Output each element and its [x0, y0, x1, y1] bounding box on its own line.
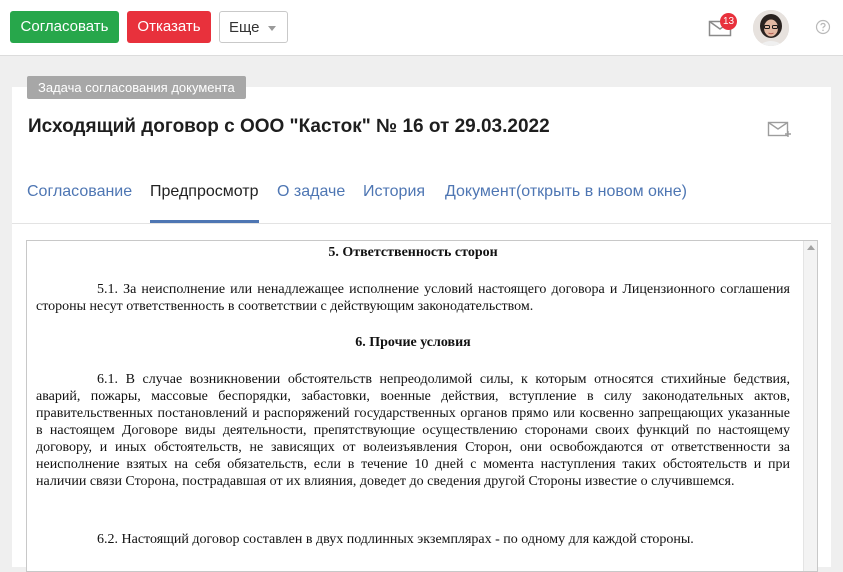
more-dropdown-label: Еще — [229, 19, 260, 36]
section-5-heading: 5. Ответственность сторон — [328, 245, 498, 260]
scroll-up-icon[interactable] — [807, 245, 815, 250]
section-6-heading: 6. Прочие условия — [355, 335, 471, 350]
paragraph-6-1: 6.1. В случае возникновении обстоятельст… — [36, 372, 790, 489]
approve-button[interactable]: Согласовать — [10, 11, 119, 43]
document-scrollbar[interactable] — [803, 241, 817, 571]
tab-history[interactable]: История — [363, 183, 425, 223]
more-dropdown[interactable]: Еще — [219, 11, 288, 43]
send-mail-icon[interactable] — [767, 119, 793, 139]
document-preview[interactable]: 5. Ответственность сторон 5.1. За неиспо… — [26, 240, 818, 572]
notifications-badge: 13 — [720, 13, 737, 30]
tabs-divider — [12, 223, 831, 224]
user-avatar[interactable] — [753, 10, 789, 46]
tab-about-task[interactable]: О задаче — [277, 183, 345, 223]
paragraph-6-2: 6.2. Настоящий договор составлен в двух … — [97, 532, 694, 547]
page-title: Исходящий договор с ООО "Касток" № 16 от… — [28, 116, 550, 137]
chevron-down-icon — [268, 26, 276, 31]
tab-document-open-new-window[interactable]: Документ(открыть в новом окне) — [445, 183, 687, 223]
paragraph-5-1: 5.1. За неисполнение или ненадлежащее ис… — [36, 282, 790, 314]
task-type-label: Задача согласования документа — [27, 76, 246, 99]
tab-preview[interactable]: Предпросмотр — [150, 183, 259, 223]
top-toolbar: Согласовать Отказать Еще 13 — [0, 0, 843, 56]
reject-button[interactable]: Отказать — [127, 11, 211, 43]
tab-approval[interactable]: Согласование — [27, 183, 132, 223]
help-icon[interactable] — [815, 19, 831, 35]
